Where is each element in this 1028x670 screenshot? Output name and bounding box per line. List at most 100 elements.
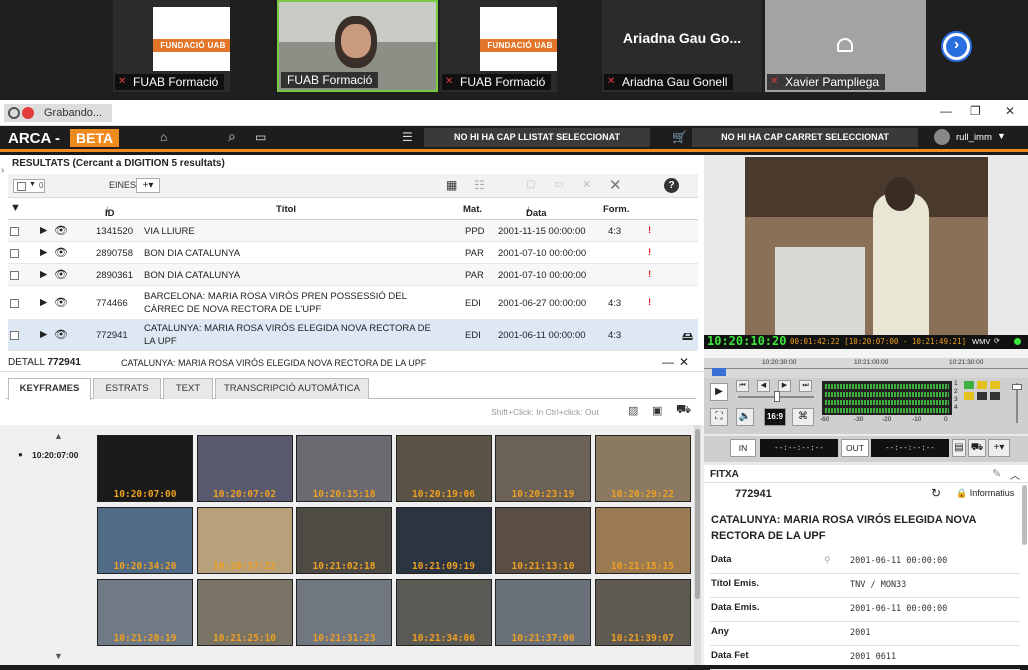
selected-cart-button[interactable]: NO HI HA CAP CARRET SELECCIONAT (692, 128, 918, 147)
grid-view-icon[interactable]: ▦ (446, 178, 457, 192)
play-icon[interactable]: ▶ (40, 269, 47, 280)
chevron-up-icon[interactable]: ︿ (1010, 467, 1020, 482)
tab-estrats[interactable]: ESTRATS (93, 378, 161, 399)
skip-start-button[interactable]: ⏮ (736, 380, 749, 392)
scroll-down-icon[interactable]: ▼ (54, 651, 63, 661)
column-title[interactable]: Títol (276, 204, 296, 215)
keyframe-thumbnail[interactable]: 10:21:34:06 (395, 579, 492, 646)
row-checkbox[interactable] (10, 299, 19, 308)
keyframe-thumbnail[interactable]: 10:21:37:00 (495, 579, 591, 646)
participant-tile[interactable]: FUNDACIÓ UAB ✕ FUAB Formació (440, 0, 557, 92)
edit-icon[interactable]: ✎ (992, 467, 1001, 480)
out-button[interactable]: OUT (841, 439, 869, 457)
step-back-button[interactable]: ◀ (757, 380, 770, 392)
image-icon[interactable]: ▨ (628, 404, 638, 417)
keyframe-thumbnail[interactable]: 10:21:20:19 (97, 579, 193, 646)
scrollbar[interactable] (694, 425, 701, 665)
list-view-icon[interactable]: ☷ (474, 178, 485, 192)
selected-list-button[interactable]: NO HI HA CAP LLISTAT SELECCIONAT (424, 128, 650, 147)
column-date[interactable]: Data ↓ (526, 204, 547, 219)
keyframe-thumbnail[interactable]: 10:21:15:15 (594, 507, 691, 574)
table-row-selected[interactable]: ▶ 👁 772941 CATALUNYA: MARIA ROSA VIRÓS E… (8, 320, 698, 351)
table-row[interactable]: ▶ 👁 1341520 VIA LLIURE PPD 2001-11-15 00… (8, 220, 698, 242)
tab-transcripcio[interactable]: TRANSCRIPCIÓ AUTOMÀTICA (215, 378, 369, 399)
participant-tile[interactable]: Ariadna Gau Go... ✕ Ariadna Gau Gonell (602, 0, 762, 92)
scrollbar[interactable] (1022, 485, 1027, 545)
tab-text[interactable]: TEXT (163, 378, 213, 399)
playhead[interactable] (712, 368, 726, 376)
row-checkbox[interactable] (10, 249, 19, 258)
participant-tile[interactable]: ✕ Xavier Pampliega (765, 0, 926, 92)
channel-toggle[interactable] (964, 381, 974, 389)
out-timecode[interactable]: --:--:--:-- (871, 439, 949, 457)
row-checkbox[interactable] (10, 331, 19, 340)
cart-add-icon[interactable]: ⛟ (676, 402, 691, 418)
in-timecode[interactable]: --:--:--:-- (760, 439, 838, 457)
keyframe-thumbnail[interactable]: 10:20:07:00 (97, 435, 193, 502)
list-icon[interactable]: ☰ (402, 130, 413, 144)
column-material[interactable]: Mat. (463, 204, 482, 215)
minimize-icon[interactable]: — (662, 355, 674, 369)
minimize-icon[interactable]: — (940, 104, 952, 118)
binoculars-icon[interactable]: ⌘ (792, 408, 814, 426)
keyframe-thumbnail[interactable]: 10:20:07:02 (196, 435, 293, 502)
channel-toggle[interactable] (964, 392, 974, 400)
keyframe-thumbnail[interactable]: 10:20:15:18 (296, 435, 392, 502)
aspect-button[interactable]: 16:9 (764, 408, 786, 426)
refresh-icon[interactable]: ↻ (931, 486, 941, 500)
participant-tile-active[interactable]: FUAB Formació (277, 0, 438, 92)
search-icon[interactable]: ⌕ (228, 128, 236, 145)
keyframe-thumbnail[interactable]: 10:21:13:10 (495, 507, 591, 574)
keyframe-thumbnail[interactable]: 10:20:23:19 (495, 435, 591, 502)
cart-icon[interactable]: 🛒 (672, 130, 687, 144)
keyframe-thumbnail[interactable]: 10:20:34:20 (97, 507, 193, 574)
keyframe-thumbnail[interactable]: 10:21:02:18 (296, 507, 392, 574)
next-participants-button[interactable]: › (941, 31, 972, 62)
channel-toggle[interactable] (990, 392, 1000, 400)
film-icon[interactable]: ▭ (255, 130, 266, 144)
keyframe-thumbnail[interactable]: 10:20:19:06 (395, 435, 492, 502)
participant-tile[interactable]: FUNDACIÓ UAB ✕ FUAB Formació (113, 0, 230, 92)
eye-icon[interactable]: 👁 (54, 268, 68, 281)
eye-icon[interactable]: 👁 (54, 328, 68, 341)
eye-icon[interactable]: 👁 (54, 296, 68, 309)
play-icon[interactable]: ▶ (40, 297, 47, 308)
keyframe-thumbnail[interactable]: 10:20:29:22 (594, 435, 691, 502)
cart-icon[interactable]: ⛟ (968, 439, 986, 457)
row-checkbox[interactable] (10, 227, 19, 236)
keyframe-thumbnail[interactable]: 10:21:09:19 (395, 507, 492, 574)
volume-button[interactable]: 🔈 (736, 408, 754, 426)
avatar[interactable] (934, 129, 950, 145)
keyframe-thumbnail[interactable]: 10:21:25:10 (196, 579, 293, 646)
inbox-icon[interactable]: ⌂ (160, 130, 167, 144)
add-menu-button[interactable]: +▾ (988, 439, 1010, 457)
settings-icon[interactable]: ⟳ (994, 337, 1000, 345)
column-id[interactable]: ID ↓ (105, 204, 115, 219)
scroll-up-icon[interactable]: ▲ (54, 431, 63, 441)
eye-icon[interactable]: 👁 (54, 224, 68, 237)
close-icon[interactable]: ✕ (1005, 104, 1015, 118)
skip-end-button[interactable]: ⏭ (799, 380, 812, 392)
document-icon[interactable]: ▤ (952, 439, 966, 457)
keyframe-thumbnail[interactable]: 10:21:39:07 (594, 579, 691, 646)
row-checkbox[interactable] (10, 271, 19, 280)
table-row[interactable]: ▶ 👁 2890361 BON DIA CATALUNYA PAR 2001-0… (8, 264, 698, 286)
copy-icon[interactable]: ▢ (526, 179, 535, 190)
keyframe-thumbnail[interactable]: 10:21:31:23 (296, 579, 392, 646)
video-player[interactable] (745, 157, 988, 335)
channel-toggle[interactable] (977, 392, 987, 400)
photo-icon[interactable]: ▣ (652, 404, 662, 417)
table-row[interactable]: ▶ 👁 2890758 BON DIA CATALUNYA PAR 2001-0… (8, 242, 698, 264)
chevron-right-icon[interactable]: › (1, 165, 4, 176)
help-icon[interactable]: ? (664, 178, 679, 193)
table-row[interactable]: ▶ 👁 774466 BARCELONA: MARIA ROSA VIRÓS P… (8, 286, 698, 320)
maximize-icon[interactable]: ❐ (970, 104, 981, 118)
play-icon[interactable]: ▶ (40, 329, 47, 340)
play-icon[interactable]: ▶ (40, 247, 47, 258)
channel-toggle[interactable] (990, 381, 1000, 389)
channel-toggle[interactable] (977, 381, 987, 389)
fullscreen-button[interactable]: ⛶ (710, 408, 728, 426)
cart-icon[interactable]: ▭ (554, 179, 563, 190)
add-tools-button[interactable]: +▾ (136, 178, 160, 193)
column-format[interactable]: Form. (603, 204, 629, 215)
